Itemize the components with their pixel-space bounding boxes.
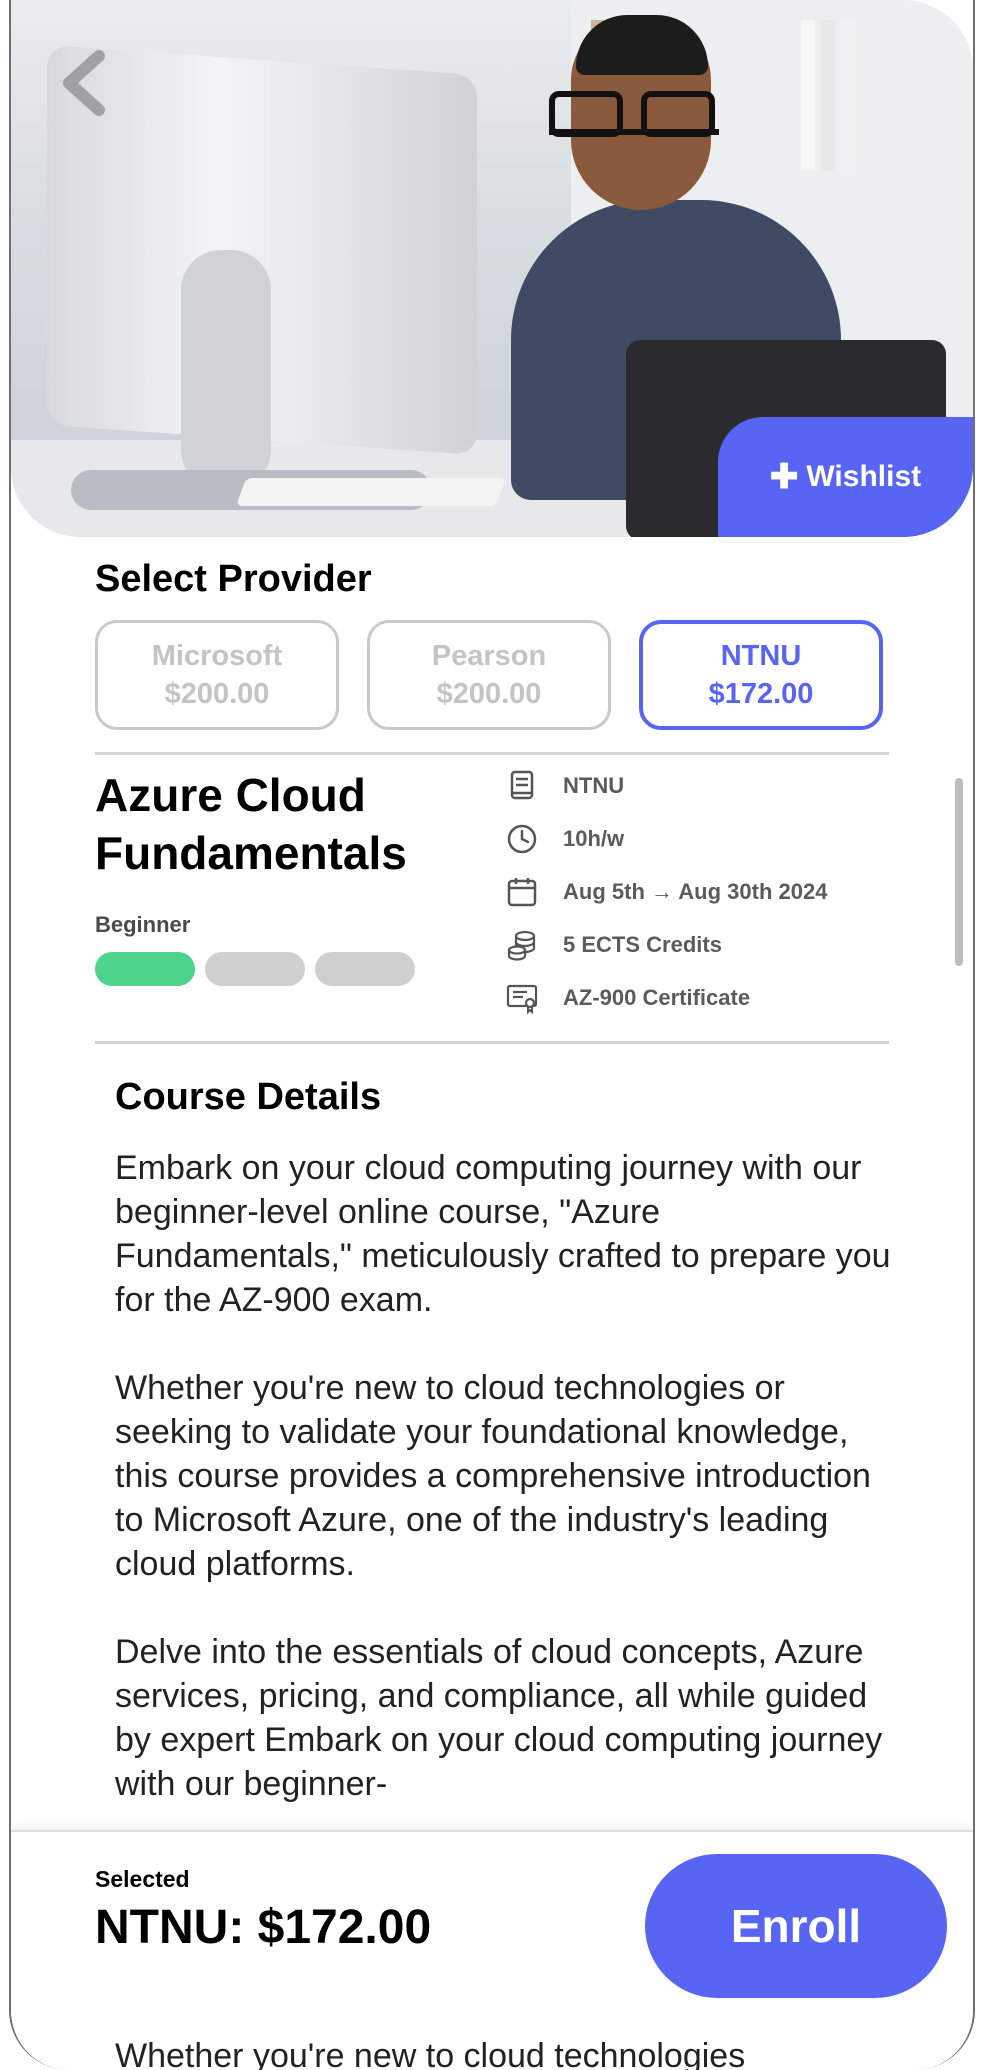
level-pill-filled <box>95 952 195 986</box>
provider-price: $200.00 <box>164 678 270 710</box>
phone-frame: ✚ Wishlist Select Provider Microsoft $20… <box>9 0 975 2070</box>
details-paragraph: Whether you're new to cloud technologies… <box>115 1369 871 1583</box>
chevron-left-icon <box>63 50 105 116</box>
provider-name: NTNU <box>720 640 802 672</box>
level-label: Beginner <box>95 912 191 937</box>
select-provider-title: Select Provider <box>95 558 372 600</box>
course-title-line: Fundamentals <box>95 827 407 879</box>
plus-icon: ✚ <box>769 458 799 496</box>
level-pill-empty <box>315 952 415 986</box>
course-details-title: Course Details <box>115 1076 382 1118</box>
scrollbar[interactable] <box>955 778 963 966</box>
enroll-bar: Selected NTNU: $172.00 Enroll Whether yo… <box>11 1830 973 2070</box>
wishlist-label: Wishlist <box>806 460 922 493</box>
divider <box>95 1041 889 1044</box>
book-icon <box>510 770 534 800</box>
hero-image: ✚ Wishlist <box>11 0 973 537</box>
selected-provider-price: NTNU: $172.00 <box>95 1901 432 1954</box>
coins-icon <box>507 930 536 961</box>
glasses-decoration <box>549 91 719 137</box>
calendar-icon <box>507 878 537 907</box>
details-paragraph: Embark on your cloud computing journey w… <box>115 1149 891 1319</box>
wishlist-button[interactable]: ✚ Wishlist <box>718 417 973 537</box>
info-dates: Aug 5th → Aug 30th 2024 <box>505 872 827 912</box>
level-pill-empty <box>205 952 305 986</box>
info-text: 10h/w <box>563 826 625 851</box>
provider-price: $200.00 <box>436 678 542 710</box>
provider-option-ntnu[interactable]: NTNU $172.00 <box>639 620 883 730</box>
course-details-text: Embark on your cloud computing journey w… <box>115 1146 895 1850</box>
provider-option-microsoft[interactable]: Microsoft $200.00 <box>95 620 339 730</box>
details-overflow-text: Whether you're new to cloud technologies <box>115 2037 746 2070</box>
certificate-icon <box>506 984 538 1015</box>
course-title-line: Azure Cloud <box>95 769 366 821</box>
provider-price: $172.00 <box>708 678 814 710</box>
info-certificate: AZ-900 Certificate <box>505 978 750 1018</box>
keyboard-decoration <box>235 478 507 506</box>
divider <box>95 752 889 755</box>
info-text: NTNU <box>563 773 625 798</box>
provider-name: Microsoft <box>151 640 283 672</box>
info-text: 5 ECTS Credits <box>563 932 722 957</box>
provider-name: Pearson <box>431 640 547 672</box>
clock-icon <box>507 824 537 854</box>
details-paragraph: Delve into the essentials of cloud conce… <box>115 1633 883 1803</box>
monitor-stand-decoration <box>181 250 271 490</box>
course-title: Azure Cloud Fundamentals <box>95 766 407 882</box>
info-workload: 10h/w <box>505 819 624 859</box>
enroll-button[interactable]: Enroll <box>645 1854 947 1998</box>
provider-option-pearson[interactable]: Pearson $200.00 <box>367 620 611 730</box>
info-credits: 5 ECTS Credits <box>505 925 722 965</box>
info-text: AZ-900 Certificate <box>563 985 751 1010</box>
selected-label: Selected <box>95 1866 190 1892</box>
info-text: Aug 5th → Aug 30th 2024 <box>563 879 828 904</box>
back-button[interactable] <box>55 48 115 118</box>
info-provider: NTNU <box>505 766 624 806</box>
